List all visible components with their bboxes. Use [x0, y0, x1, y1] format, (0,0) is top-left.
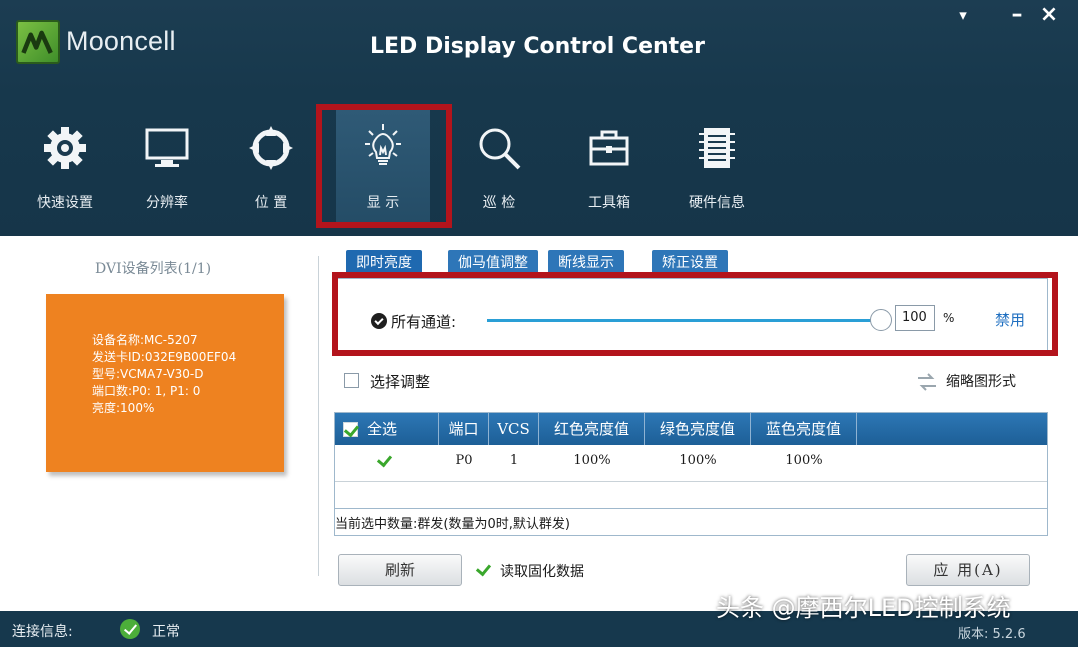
app-title: LED Display Control Center	[370, 34, 705, 59]
read-solidified-label: 读取固化数据	[500, 564, 584, 580]
monitor-icon	[145, 128, 189, 167]
sender-card-id: 发送卡ID:032E9B00EF04	[92, 350, 237, 364]
refresh-button[interactable]: 刷新	[338, 554, 462, 586]
device-card[interactable]: 设备名称:MC-5207 发送卡ID:032E9B00EF04 型号:VCMA7…	[46, 294, 284, 472]
toolbar-quick-setup[interactable]: 快速设置	[18, 110, 112, 226]
cell-red: 100%	[573, 453, 611, 468]
toolbar-label: 巡 检	[482, 195, 516, 211]
slider-highlight-frame	[332, 272, 1058, 356]
device-brightness: 亮度:100%	[92, 401, 155, 415]
toolbar-label: 工具箱	[588, 195, 630, 211]
toolbar-label: 硬件信息	[689, 195, 745, 211]
divider	[335, 508, 1047, 509]
toolbar-toolbox[interactable]: 工具箱	[562, 110, 656, 226]
toolbar-hardware-info[interactable]: 硬件信息	[670, 110, 764, 226]
cell-vcs: 1	[509, 453, 519, 468]
select-adjust-checkbox[interactable]	[344, 373, 359, 388]
device-name: 设备名称:MC-5207	[92, 333, 198, 347]
device-list-title: DVI设备列表(1/1)	[95, 261, 212, 277]
select-all-checkbox[interactable]	[343, 422, 358, 437]
watermark: 头条 @摩西尔LED控制系统	[716, 594, 1011, 622]
window-menu-icon[interactable]: ▾	[950, 2, 976, 28]
col-port[interactable]: 端口	[439, 413, 489, 445]
divider	[335, 481, 1047, 482]
connection-status: 正常	[152, 624, 180, 640]
connection-label: 连接信息:	[12, 624, 73, 640]
select-all-label: 全选	[367, 420, 398, 438]
toolbar-label: 快速设置	[37, 195, 93, 211]
swap-arrows-icon[interactable]	[916, 372, 938, 392]
toolbar-position[interactable]: 位 置	[224, 110, 318, 226]
toolbar-label: 位 置	[254, 195, 288, 211]
col-blue-brightness[interactable]: 蓝色亮度值	[751, 413, 857, 445]
version-label: 版本: 5.2.6	[958, 627, 1026, 642]
toolbox-icon	[589, 130, 629, 166]
thumbnail-mode-label[interactable]: 缩略图形式	[946, 371, 1016, 391]
toolbar-resolution[interactable]: 分辨率	[120, 110, 214, 226]
col-red-brightness[interactable]: 红色亮度值	[539, 413, 645, 445]
mooncell-logo-icon	[16, 20, 60, 64]
magnifier-icon	[479, 128, 521, 170]
logo-text: Mooncell	[66, 26, 176, 56]
table-header: 全选 端口 VCS 红色亮度值 绿色亮度值 蓝色亮度值	[335, 413, 1047, 445]
minimize-icon[interactable]: –	[1004, 2, 1030, 28]
toolbar-inspection[interactable]: 巡 检	[452, 110, 546, 226]
chip-icon	[699, 128, 735, 168]
col-vcs[interactable]: VCS	[489, 413, 539, 445]
row-checkbox[interactable]	[377, 453, 391, 467]
port-table: 全选 端口 VCS 红色亮度值 绿色亮度值 蓝色亮度值 P0 1 100% 10…	[334, 412, 1048, 536]
cell-blue: 100%	[785, 453, 823, 468]
cell-green: 100%	[679, 453, 717, 468]
display-highlight-frame	[316, 104, 452, 228]
selected-count-label: 当前选中数量:群发(数量为0时,默认群发)	[335, 517, 570, 532]
close-icon[interactable]: ×	[1036, 2, 1062, 28]
apply-button[interactable]: 应 用(A)	[906, 554, 1030, 586]
read-solidified-checkbox[interactable]	[476, 562, 490, 576]
select-adjust-label: 选择调整	[370, 373, 431, 391]
cell-port: P0	[455, 453, 473, 468]
check-circle-icon	[120, 619, 140, 639]
toolbar-label: 分辨率	[146, 195, 188, 211]
title-bar: Mooncell LED Display Control Center ▾ – …	[0, 0, 1078, 236]
gear-icon	[44, 127, 86, 169]
port-count: 端口数:P0: 1, P1: 0	[92, 384, 201, 398]
col-green-brightness[interactable]: 绿色亮度值	[645, 413, 751, 445]
device-model: 型号:VCMA7-V30-D	[92, 367, 204, 381]
crosshair-icon	[249, 126, 293, 170]
panel-divider	[318, 256, 319, 576]
